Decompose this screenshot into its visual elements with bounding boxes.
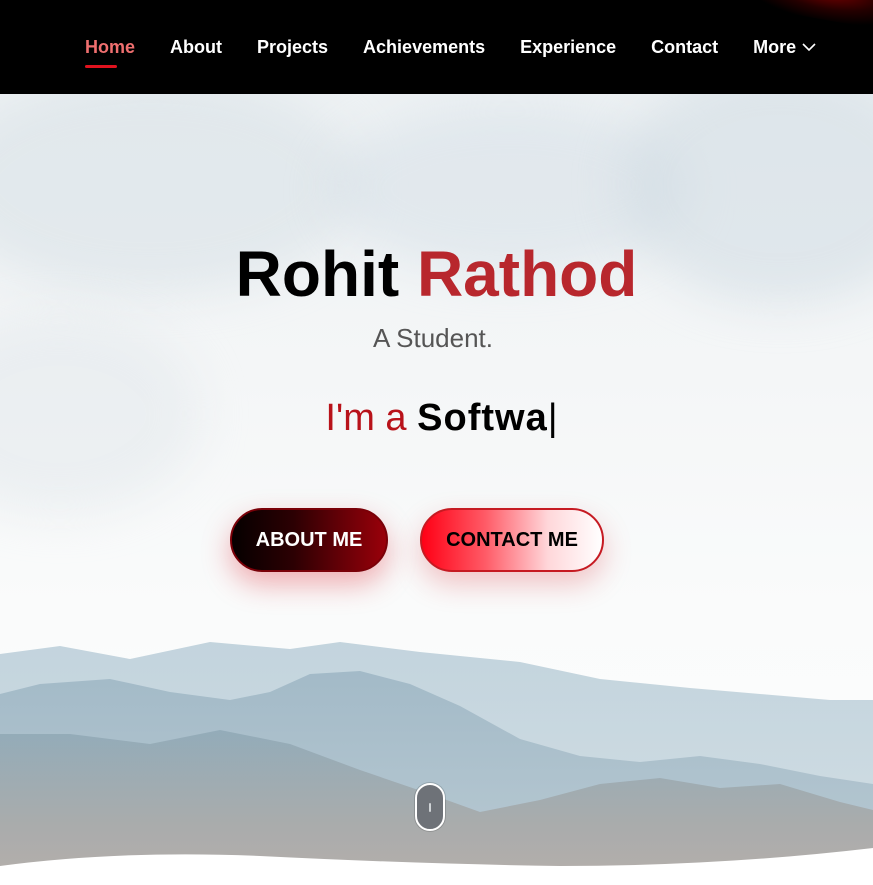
- nav-more-label: More: [753, 37, 797, 57]
- hero-name: Rohit Rathod: [0, 238, 873, 310]
- nav-item-contact[interactable]: Contact: [651, 36, 718, 58]
- navbar: Home About Projects Achievements Experie…: [0, 0, 873, 94]
- scroll-down-indicator[interactable]: [415, 783, 445, 831]
- typing-word: Softwa: [417, 397, 548, 439]
- nav-item-home[interactable]: Home: [85, 36, 135, 68]
- typing-prefix: I'm a: [325, 397, 407, 439]
- typing-text: I'm a Softwa|: [0, 396, 873, 440]
- nav-item-projects[interactable]: Projects: [257, 36, 328, 58]
- nav-item-experience[interactable]: Experience: [520, 36, 616, 58]
- first-name: Rohit: [235, 238, 400, 310]
- mountain-landscape: [0, 642, 873, 885]
- contact-me-button[interactable]: CONTACT ME: [420, 508, 604, 572]
- scroll-wheel-icon: [429, 803, 431, 812]
- about-me-button[interactable]: ABOUT ME: [230, 508, 388, 572]
- last-name: Rathod: [416, 238, 638, 310]
- nav-item-more[interactable]: More: [753, 36, 816, 58]
- hero-section: Rohit Rathod A Student. I'm a Softwa| AB…: [0, 94, 873, 885]
- nav-item-about[interactable]: About: [170, 36, 222, 58]
- chevron-down-icon: [802, 42, 816, 51]
- typing-cursor: |: [547, 397, 558, 439]
- page: Home About Projects Achievements Experie…: [0, 0, 873, 885]
- hero-subtitle: A Student.: [373, 323, 493, 353]
- nav-menu: Home About Projects Achievements Experie…: [85, 36, 816, 68]
- nav-item-achievements[interactable]: Achievements: [363, 36, 485, 58]
